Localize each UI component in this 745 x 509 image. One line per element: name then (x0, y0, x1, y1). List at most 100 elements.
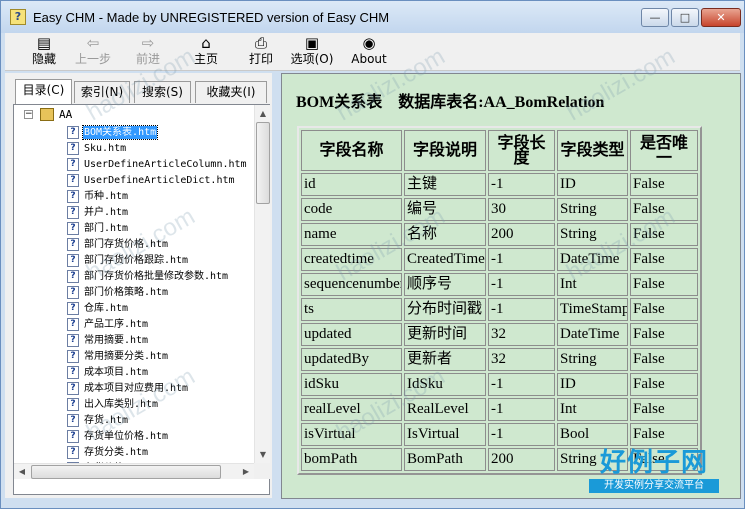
horizontal-scrollbar[interactable]: ◀ ▶ (14, 463, 254, 479)
scroll-corner (254, 463, 270, 479)
tree-item-label: UserDefineArticleDict.htm (84, 175, 235, 186)
tree-item-label: 并户.htm (84, 207, 129, 218)
tree-item-label: BOM关系表.htm (81, 125, 159, 140)
maximize-button[interactable]: □ (671, 8, 699, 27)
help-page-icon: ? (67, 254, 79, 267)
table-cell: False (630, 323, 698, 346)
table-cell: ts (301, 298, 402, 321)
tree-item-label: 部门存货价格跟踪.htm (84, 255, 189, 266)
table-cell: DateTime (557, 248, 628, 271)
toolbar-button-0[interactable]: ▤ 隐藏 (20, 34, 68, 70)
table-row: code 编号 30 String False (301, 198, 698, 221)
tree-item-label: 存货.htm (84, 415, 129, 426)
logo-title: 好例子网 (599, 448, 708, 478)
minimize-button[interactable]: — (641, 8, 669, 27)
column-header: 是否唯一 (630, 130, 698, 171)
tree-item-label: 部门存货价格批量修改参数.htm (84, 271, 229, 282)
vertical-scrollbar[interactable]: ▲ ▼ (254, 105, 270, 463)
help-page-icon: ? (67, 366, 79, 379)
table-cell: False (630, 173, 698, 196)
tree-item-label: 部门价格策略.htm (84, 287, 169, 298)
vertical-scroll-thumb[interactable] (256, 122, 270, 204)
title-bar[interactable]: ? Easy CHM - Made by UNREGISTERED versio… (1, 1, 744, 33)
table-cell: updatedBy (301, 348, 402, 371)
help-page-icon: ? (67, 142, 79, 155)
table-cell: False (630, 223, 698, 246)
table-row: name 名称 200 String False (301, 223, 698, 246)
table-row: updatedBy 更新者 32 String False (301, 348, 698, 371)
table-cell: -1 (488, 273, 555, 296)
table-body: id 主键 -1 ID False code 编号 30 String False name 名称 20… (301, 173, 698, 471)
table-row: updated 更新时间 32 DateTime False (301, 323, 698, 346)
table-cell: -1 (488, 398, 555, 421)
toolbar-button-6[interactable]: ◉ About (345, 34, 393, 70)
help-page-icon: ? (67, 302, 79, 315)
help-book-icon: ? (10, 9, 26, 25)
close-button[interactable]: ✕ (701, 8, 741, 27)
help-page-icon: ? (67, 206, 79, 219)
collapse-icon[interactable]: − (24, 110, 33, 119)
tree-item-label: 存货分类.htm (84, 447, 149, 458)
table-cell: False (630, 348, 698, 371)
tab-3[interactable]: 收藏夹(I) (195, 81, 267, 103)
toolbar-button-label: 上一步 (74, 52, 111, 66)
help-page-icon: ? (67, 174, 79, 187)
scroll-right-icon[interactable]: ▶ (238, 464, 254, 480)
table-cell: realLevel (301, 398, 402, 421)
scroll-up-icon[interactable]: ▲ (255, 105, 271, 122)
scroll-down-icon[interactable]: ▼ (255, 446, 271, 463)
table-cell: DateTime (557, 323, 628, 346)
contents-tree[interactable]: − AA ? BOM关系表.htm? Sku.htm? UserDefineArtic… (14, 105, 254, 463)
table-cell: 主键 (404, 173, 486, 196)
table-cell: 编号 (404, 198, 486, 221)
table-cell: 分布时间戳 (404, 298, 486, 321)
toolbar-button-label: 隐藏 (31, 52, 56, 66)
column-header: 字段类型 (557, 130, 628, 171)
tree-item-label: 常用摘要.htm (84, 335, 149, 346)
table-cell: Int (557, 398, 628, 421)
table-cell: Int (557, 273, 628, 296)
tree-item-label: Sku.htm (84, 143, 127, 154)
table-cell: createdtime (301, 248, 402, 271)
tree-item-label: 币种.htm (84, 191, 129, 202)
help-page-icon: ? (67, 270, 79, 283)
scroll-left-icon[interactable]: ◀ (14, 464, 30, 480)
table-cell: -1 (488, 248, 555, 271)
toolbar-button-label: 打印 (248, 52, 273, 66)
toolbar-button-3[interactable]: ⌂ 主页 (182, 34, 230, 70)
tree-item-label: 常用摘要分类.htm (84, 351, 169, 362)
table-cell: sequencenumber (301, 273, 402, 296)
table-row: realLevel RealLevel -1 Int False (301, 398, 698, 421)
tab-1[interactable]: 索引(N) (74, 81, 130, 103)
table-cell: id (301, 173, 402, 196)
table-row: idSku IdSku -1 ID False (301, 373, 698, 396)
tab-2[interactable]: 搜索(S) (134, 81, 191, 103)
tab-0[interactable]: 目录(C) (15, 79, 72, 104)
toolbar-button-2[interactable]: ⇨ 前进 (124, 34, 172, 70)
contents-tree-panel: − AA ? BOM关系表.htm? Sku.htm? UserDefineArtic… (13, 104, 270, 495)
app-window: ? Easy CHM - Made by UNREGISTERED versio… (0, 0, 745, 509)
table-cell: 32 (488, 348, 555, 371)
table-cell: False (630, 423, 698, 446)
table-cell: bomPath (301, 448, 402, 471)
table-cell: CreatedTime (404, 248, 486, 271)
horizontal-scroll-thumb[interactable] (31, 465, 221, 479)
table-cell: String (557, 198, 628, 221)
tree-item-label: 存货单位价格.htm (84, 431, 169, 442)
table-cell: idSku (301, 373, 402, 396)
home-icon: ⌂ (201, 34, 211, 52)
table-cell: 200 (488, 448, 555, 471)
table-cell: False (630, 273, 698, 296)
toolbar-button-1[interactable]: ⇦ 上一步 (69, 34, 117, 70)
toolbar-button-4[interactable]: ⎙ 打印 (237, 34, 285, 70)
tree-item-label: 部门.htm (84, 223, 129, 234)
table-cell: -1 (488, 173, 555, 196)
table-cell: IsVirtual (404, 423, 486, 446)
table-row: isVirtual IsVirtual -1 Bool False (301, 423, 698, 446)
table-cell: Bool (557, 423, 628, 446)
table-cell: -1 (488, 423, 555, 446)
table-cell: False (630, 398, 698, 421)
table-cell: 名称 (404, 223, 486, 246)
topic-content-pane[interactable]: BOM关系表 数据库表名:AA_BomRelation 字段名称 字段说明 字段长度… (281, 73, 741, 499)
toolbar-button-5[interactable]: ▣ 选项(O) (288, 34, 336, 70)
